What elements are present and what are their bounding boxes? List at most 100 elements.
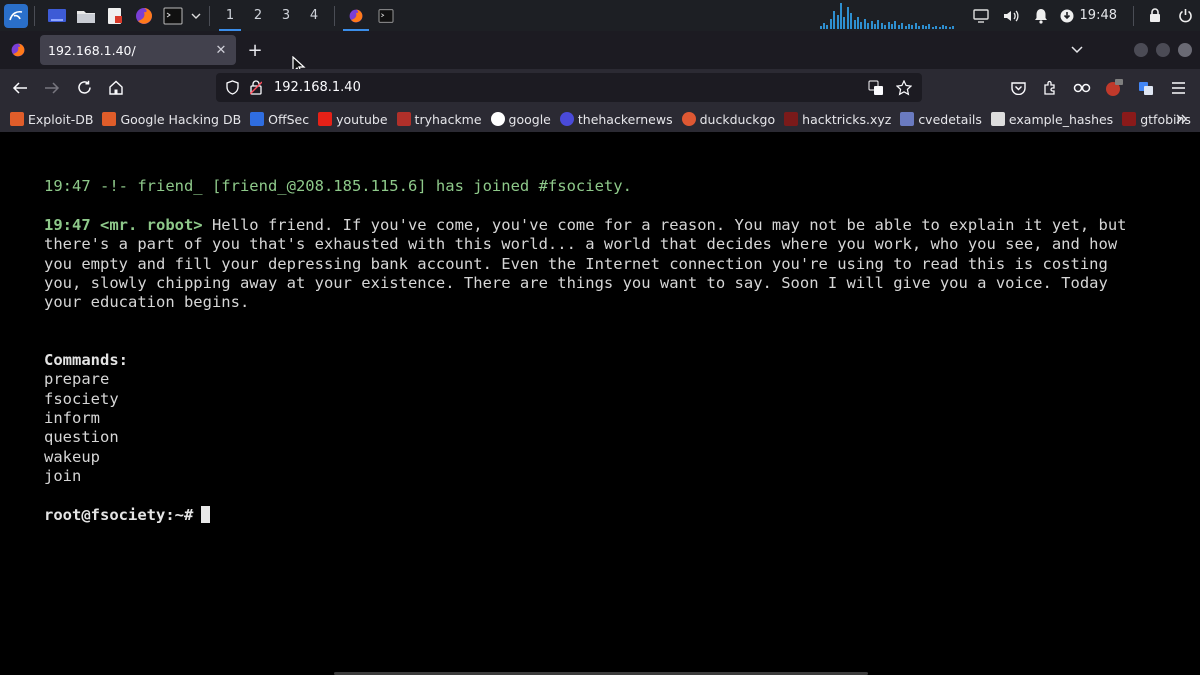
bookmark-google-hacking-db[interactable]: Google Hacking DB <box>102 112 241 127</box>
minimize-button[interactable] <box>1134 43 1148 57</box>
translate-icon[interactable] <box>864 76 888 100</box>
display-icon[interactable] <box>966 0 996 31</box>
dropdown-icon[interactable] <box>189 3 203 29</box>
home-button[interactable] <box>100 72 132 104</box>
url-bar[interactable]: 192.168.1.40 <box>216 73 922 102</box>
forward-button[interactable] <box>36 72 68 104</box>
thehackernews-icon <box>559 112 574 126</box>
firefox-view-icon[interactable] <box>0 31 36 69</box>
network-graph-bar <box>914 23 917 29</box>
clock[interactable]: 19:48 <box>1080 8 1117 23</box>
network-graph-bar <box>867 23 870 29</box>
bookmark-duckduckgo[interactable]: duckduckgo <box>681 111 776 127</box>
bookmark-label: OffSec <box>268 111 310 127</box>
workspace-1[interactable]: 1 <box>216 0 244 31</box>
notification-icon[interactable] <box>1026 0 1056 31</box>
duckduckgo-icon <box>681 112 696 126</box>
network-graph-bar <box>870 21 873 29</box>
firefox-icon[interactable] <box>131 3 157 29</box>
tab-title: 192.168.1.40/ <box>48 42 136 58</box>
network-graph-bar <box>894 21 897 29</box>
workspace-3[interactable]: 3 <box>272 0 300 31</box>
network-graph-bar <box>945 26 948 29</box>
bookmark-example-hashes[interactable]: example_hashes <box>990 111 1114 127</box>
bookmark-label: youtube <box>336 111 388 127</box>
desktop-icon[interactable] <box>44 3 70 29</box>
close-window-button[interactable] <box>1178 43 1192 57</box>
network-graph-bar <box>873 24 876 29</box>
lock-icon[interactable] <box>1140 0 1170 31</box>
bookmark-hacktricks-xyz[interactable]: hacktricks.xyz <box>784 112 891 127</box>
adblock-icon[interactable] <box>1098 72 1130 104</box>
bookmarks-overflow-chevron-icon[interactable] <box>1172 109 1192 129</box>
network-graph-bar <box>938 27 941 29</box>
network-graph <box>819 0 960 31</box>
workspace-2[interactable]: 2 <box>244 0 272 31</box>
bookmark-label: hacktricks.xyz <box>802 111 892 127</box>
menu-icon[interactable] <box>1162 72 1194 104</box>
file-manager-icon[interactable] <box>73 3 99 29</box>
pocket-icon[interactable] <box>1002 72 1034 104</box>
bookmarks-toolbar: Exploit-DB Google Hacking DB OffSec youtube… <box>0 106 1200 132</box>
command-item: fsociety <box>44 389 119 408</box>
network-graph-bar <box>887 22 890 29</box>
text-editor-icon[interactable] <box>102 3 128 29</box>
network-graph-bar <box>921 25 924 29</box>
network-graph-bar <box>904 26 907 29</box>
network-graph-bar <box>935 26 938 29</box>
bookmark-tryhackme[interactable]: tryhackme <box>396 112 482 127</box>
command-item: inform <box>44 408 100 427</box>
bookmark-star-icon[interactable] <box>892 76 916 100</box>
insecure-lock-icon[interactable] <box>244 76 268 100</box>
bookmark-label: example_hashes <box>1008 111 1114 127</box>
foxyproxy-icon[interactable] <box>1066 72 1098 104</box>
network-graph-bar <box>856 17 859 29</box>
exploit-db-icon <box>10 112 24 126</box>
volume-icon[interactable] <box>996 0 1026 31</box>
kali-menu-icon[interactable] <box>4 3 28 28</box>
message-text: Hello friend. If you've come, you've com… <box>202 216 1127 234</box>
bookmark-thehackernews[interactable]: thehackernews <box>559 112 673 127</box>
update-icon[interactable] <box>1056 0 1078 31</box>
message-text: you, slowly chipping away at your existe… <box>44 273 1108 292</box>
network-graph-bar <box>822 23 825 29</box>
terminal-task-icon[interactable] <box>371 0 401 31</box>
text-cursor[interactable] <box>201 505 211 523</box>
maximize-button[interactable] <box>1156 43 1170 57</box>
tab-list-chevron-icon[interactable] <box>1066 39 1088 61</box>
tab-close-icon[interactable]: ✕ <box>210 39 232 61</box>
bookmark-label: google <box>508 111 551 127</box>
network-graph-bar <box>833 11 836 29</box>
translate-extension-icon[interactable] <box>1130 72 1162 104</box>
power-icon[interactable] <box>1170 0 1200 31</box>
commands-heading: Commands: <box>44 351 128 369</box>
terminal-icon[interactable] <box>160 3 186 29</box>
network-graph-bar <box>846 7 849 29</box>
network-graph-bar <box>863 19 866 29</box>
new-tab-button[interactable]: + <box>244 39 266 61</box>
network-graph-bar <box>924 26 927 29</box>
extensions-icon[interactable] <box>1034 72 1066 104</box>
reload-button[interactable] <box>68 72 100 104</box>
ghdb-icon <box>102 112 117 126</box>
bookmark-label: duckduckgo <box>699 111 776 127</box>
tab-active[interactable]: 192.168.1.40/ ✕ <box>40 35 236 65</box>
back-button[interactable] <box>4 72 36 104</box>
gtfobins-icon <box>1122 112 1137 126</box>
bookmark-offsec[interactable]: OffSec <box>250 112 309 127</box>
bookmark-cvedetails[interactable]: cvedetails <box>900 112 982 127</box>
tracking-protection-icon[interactable] <box>220 76 244 100</box>
network-graph-bar <box>907 24 910 29</box>
bookmark-google[interactable]: google <box>490 111 551 127</box>
url-text[interactable]: 192.168.1.40 <box>274 80 860 95</box>
firefox-task-icon[interactable] <box>341 0 371 31</box>
command-prompt[interactable]: root@fsociety:~# <box>44 505 211 525</box>
bookmark-youtube[interactable]: youtube <box>318 111 388 127</box>
network-graph-bar <box>890 24 893 29</box>
network-graph-bar <box>829 19 832 29</box>
workspace-4[interactable]: 4 <box>300 0 328 31</box>
panel-separator <box>1133 5 1134 26</box>
network-graph-bar <box>880 23 883 29</box>
bookmark-label: Google Hacking DB <box>120 111 242 127</box>
bookmark-exploit-db[interactable]: Exploit-DB <box>10 112 93 127</box>
